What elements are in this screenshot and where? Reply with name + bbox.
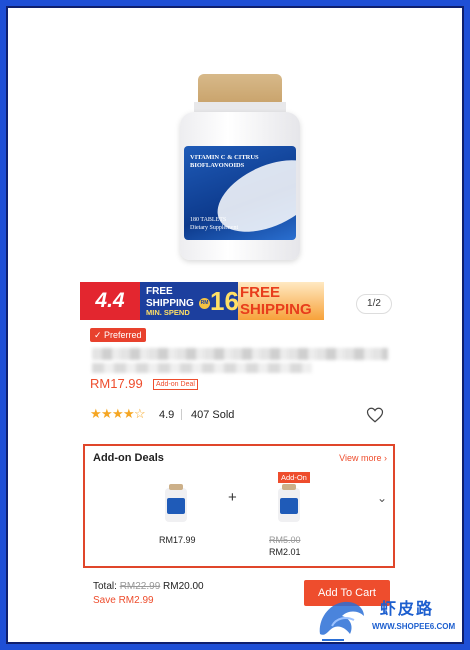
shrimp-logo-icon	[319, 601, 364, 641]
label-title: VITAMIN C & CITRUS BIOFLAVONOIDS	[190, 154, 259, 170]
deal-item-addon-price: RM2.01	[269, 547, 301, 557]
product-price: RM17.99	[90, 376, 143, 391]
label-line4: Dietary Supplement	[190, 225, 239, 231]
deal-item-main[interactable]	[157, 476, 195, 526]
chevron-down-icon[interactable]: ⌄	[377, 490, 387, 506]
product-title-blurred-line2	[92, 363, 312, 373]
watermark-text: 虾皮路	[380, 601, 435, 618]
sold-count: 407 Sold	[191, 409, 235, 421]
ship-free-label: FREE	[240, 284, 281, 301]
ship-shipping-label: SHIPPING	[240, 301, 312, 318]
rating-value: 4.9	[159, 409, 175, 421]
addon-deal-tag: Add-on Deal	[153, 379, 198, 390]
view-more-label: View more	[339, 453, 382, 463]
min-spend-label: MIN. SPEND	[146, 308, 190, 317]
addon-deals-title: Add-on Deals	[93, 452, 164, 464]
addon-deals-box: Add-on Deals View more › + Add-On ⌄ RM17…	[83, 444, 395, 568]
page-frame: VITAMIN C & CITRUS BIOFLAVONOIDS 180 TAB…	[6, 6, 464, 644]
deal-item-main-price: RM17.99	[159, 535, 196, 545]
rm-badge: RM	[199, 298, 210, 309]
view-more-link[interactable]: View more ›	[339, 452, 387, 464]
rating-stars: ★ ★ ★ ★ ☆	[90, 406, 146, 422]
chevron-right-icon: ›	[384, 453, 387, 463]
free-shipping-badge: FREE SHIPPING	[238, 282, 324, 320]
product-thumbnail	[278, 484, 300, 522]
total-new-price: RM20.00	[163, 581, 204, 592]
watermark-url: WWW.SHOPEE6.COM	[372, 622, 456, 631]
label-line3: 180 TABLETS	[190, 217, 227, 223]
product-thumbnail	[165, 484, 187, 522]
product-image[interactable]: VITAMIN C & CITRUS BIOFLAVONOIDS 180 TAB…	[8, 8, 462, 284]
label-footer: 180 TABLETS Dietary Supplement	[190, 216, 238, 232]
preferred-badge: ✓ Preferred	[90, 328, 146, 342]
half-star-icon: ☆	[134, 406, 146, 421]
free-shipping-min-spend: FREE SHIPPING MIN. SPEND RM 16	[140, 282, 239, 320]
image-pager: 1/2	[356, 294, 392, 314]
label-line2: BIOFLAVONOIDS	[190, 162, 245, 169]
star-icon: ★	[90, 406, 102, 421]
promo-44: 4.4	[80, 282, 140, 320]
bottle-body: VITAMIN C & CITRUS BIOFLAVONOIDS 180 TAB…	[180, 112, 300, 260]
preferred-label: Preferred	[104, 330, 142, 340]
promo-banner[interactable]: 4.4 FREE SHIPPING MIN. SPEND RM 16 FREE …	[80, 282, 324, 320]
deal-item-addon[interactable]	[270, 476, 308, 526]
plus-icon: +	[228, 489, 237, 506]
star-icon: ★	[101, 406, 113, 421]
total-line: Total: RM22.99 RM20.00	[93, 580, 204, 593]
bottle-label: VITAMIN C & CITRUS BIOFLAVONOIDS 180 TAB…	[184, 146, 296, 240]
deal-item-addon-old-price: RM5.00	[269, 535, 301, 545]
star-icon: ★	[112, 406, 124, 421]
save-amount: RM2.99	[118, 595, 154, 606]
product-title-blurred	[92, 348, 388, 360]
total-old-price: RM22.99	[119, 581, 161, 592]
bottle-cap	[198, 74, 282, 104]
save-label: Save	[93, 595, 116, 606]
divider	[181, 409, 182, 420]
heart-icon[interactable]	[366, 406, 384, 424]
label-line1: VITAMIN C & CITRUS	[190, 154, 259, 161]
save-line: Save RM2.99	[93, 594, 154, 607]
min-spend-amount: 16	[210, 286, 239, 316]
star-icon: ★	[123, 406, 135, 421]
supplement-bottle: VITAMIN C & CITRUS BIOFLAVONOIDS 180 TAB…	[180, 74, 300, 260]
total-label: Total:	[93, 581, 117, 592]
free-label: FREE	[146, 286, 173, 297]
